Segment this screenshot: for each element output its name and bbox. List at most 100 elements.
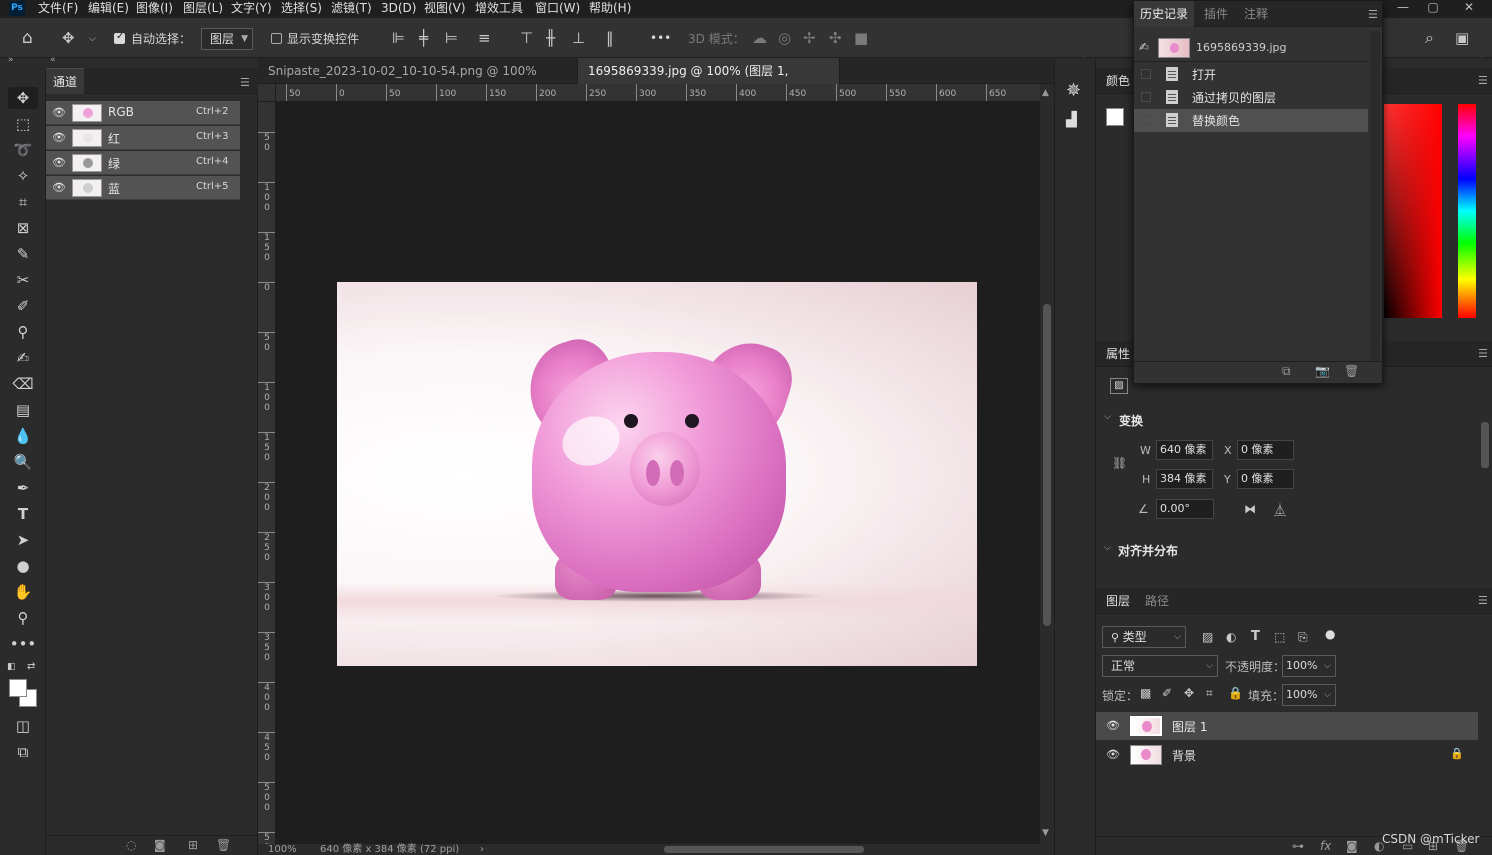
navigator-icon[interactable]: ✵: [1066, 80, 1081, 101]
tab-notes[interactable]: 注释: [1244, 1, 1268, 27]
history-brush-tool-icon[interactable]: ✍: [8, 347, 38, 369]
channel-row-green[interactable]: 👁 绿 Ctrl+4: [46, 151, 240, 175]
lock-brush-icon[interactable]: ✐: [1162, 686, 1172, 700]
align-middle-v-icon[interactable]: ╫: [546, 29, 555, 47]
minimize-icon[interactable]: —: [1388, 0, 1418, 18]
panel-menu-icon[interactable]: ☰: [1478, 348, 1488, 359]
transform-section-title[interactable]: 变换: [1119, 412, 1143, 429]
align-left-icon[interactable]: ⊫: [392, 29, 405, 47]
swap-colors-icon[interactable]: ⇄: [27, 661, 35, 672]
panel-menu-icon[interactable]: ☰: [1478, 75, 1488, 86]
add-mask-icon[interactable]: ◙: [1346, 839, 1358, 853]
layer-name[interactable]: 图层 1: [1172, 718, 1207, 735]
scrollbar-thumb[interactable]: [1043, 304, 1051, 626]
zoom-level[interactable]: 100%: [268, 842, 297, 855]
delete-icon[interactable]: 🗑: [1344, 364, 1359, 378]
history-scrollbar[interactable]: [1370, 31, 1380, 361]
foreground-color-swatch[interactable]: [9, 679, 27, 697]
scroll-down-icon[interactable]: ▼: [1042, 828, 1049, 838]
link-layers-icon[interactable]: ⊶: [1292, 839, 1304, 853]
layer-row[interactable]: 👁 图层 1: [1096, 712, 1478, 740]
foreground-color-swatch[interactable]: [1106, 108, 1124, 126]
visibility-eye-icon[interactable]: 👁: [52, 131, 66, 144]
type-tool-icon[interactable]: T: [8, 503, 38, 525]
save-selection-icon[interactable]: ◙: [154, 838, 166, 852]
orbit-3d-icon[interactable]: ☁: [752, 29, 767, 47]
edit-toolbar-icon[interactable]: •••: [8, 633, 38, 655]
tab-properties[interactable]: 属性: [1106, 341, 1130, 367]
channel-row-blue[interactable]: 👁 蓝 Ctrl+5: [46, 176, 240, 200]
roll-3d-icon[interactable]: ◎: [778, 29, 791, 47]
visibility-eye-icon[interactable]: 👁: [52, 156, 66, 169]
width-input[interactable]: 640 像素: [1156, 440, 1213, 460]
chevron-down-icon[interactable]: ⌵: [1104, 412, 1111, 422]
search-icon[interactable]: ⌕: [1425, 29, 1434, 47]
tab-layers[interactable]: 图层: [1106, 588, 1130, 614]
move-tool-icon[interactable]: ✥: [8, 87, 38, 109]
move-tool-icon[interactable]: ✥: [62, 29, 75, 47]
default-colors-icon[interactable]: ◧: [7, 662, 16, 672]
pen-tool-icon[interactable]: ✒: [8, 477, 38, 499]
home-icon[interactable]: ⌂: [22, 29, 33, 47]
menu-file[interactable]: 文件(F): [38, 0, 78, 18]
menu-image[interactable]: 图像(I): [136, 0, 173, 18]
vertical-scrollbar[interactable]: ▲ ▼: [1040, 84, 1054, 844]
flip-vertical-icon[interactable]: ⏅: [1274, 501, 1286, 518]
horizontal-scrollbar-thumb[interactable]: [664, 846, 864, 853]
lock-artboard-icon[interactable]: ⌗: [1206, 686, 1213, 701]
menu-help[interactable]: 帮助(H): [589, 0, 631, 18]
eraser-tool-icon[interactable]: ⌫: [8, 373, 38, 395]
filter-shape-icon[interactable]: ⬚: [1274, 630, 1285, 644]
screen-mode-icon[interactable]: ⧉: [8, 741, 38, 763]
camera-3d-icon[interactable]: ■: [854, 29, 868, 47]
history-checkbox[interactable]: [1141, 69, 1151, 79]
scrollbar-thumb[interactable]: [1481, 422, 1489, 468]
new-document-from-state-icon[interactable]: ⧉: [1282, 364, 1291, 379]
link-icon[interactable]: ⛓: [1112, 456, 1127, 470]
menu-filter[interactable]: 滤镜(T): [331, 0, 372, 18]
document-tab-active[interactable]: 1695869339.jpg @ 100% (图层 1, RGB/8#) *✕: [578, 58, 840, 104]
layer-filter-dropdown[interactable]: ⚲ 类型 ⌵: [1102, 626, 1186, 648]
opacity-input[interactable]: 100% ⌵: [1282, 655, 1336, 677]
color-spectrum[interactable]: [1458, 104, 1476, 318]
path-select-tool-icon[interactable]: ➤: [8, 529, 38, 551]
history-item[interactable]: 通过拷贝的图层: [1134, 86, 1368, 109]
menu-view[interactable]: 视图(V): [424, 0, 466, 18]
brush-tool-icon[interactable]: ✐: [8, 295, 38, 317]
document-image[interactable]: [337, 282, 977, 666]
gradient-tool-icon[interactable]: ▤: [8, 399, 38, 421]
panel-menu-icon[interactable]: ☰: [1368, 9, 1378, 20]
history-item-selected[interactable]: 替换颜色: [1134, 109, 1368, 132]
flip-horizontal-icon[interactable]: ⧓: [1244, 502, 1256, 516]
menu-edit[interactable]: 编辑(E): [88, 0, 129, 18]
crop-tool-icon[interactable]: ⌗: [8, 191, 38, 213]
lock-position-icon[interactable]: ✥: [1184, 686, 1194, 700]
menu-window[interactable]: 窗口(W): [535, 0, 580, 18]
stamp-tool-icon[interactable]: ⚲: [8, 321, 38, 343]
delete-icon[interactable]: 🗑: [216, 838, 231, 852]
filter-toggle-icon[interactable]: ●: [1325, 627, 1335, 641]
fx-icon[interactable]: fx: [1320, 839, 1331, 853]
workspace-icon[interactable]: ▣: [1455, 29, 1469, 47]
new-channel-icon[interactable]: ⊞: [188, 838, 198, 852]
magic-wand-tool-icon[interactable]: ✧: [8, 165, 38, 187]
distribute-v-icon[interactable]: ≡: [478, 29, 491, 47]
frame-tool-icon[interactable]: ⊠: [8, 217, 38, 239]
y-input[interactable]: 0 像素: [1237, 469, 1294, 489]
visibility-eye-icon[interactable]: 👁: [52, 181, 66, 194]
distribute-h-icon[interactable]: ‖: [606, 29, 614, 47]
lock-transparent-icon[interactable]: ▩: [1140, 686, 1151, 700]
scroll-up-icon[interactable]: ▲: [1042, 88, 1049, 98]
menu-select[interactable]: 选择(S): [281, 0, 322, 18]
pan-3d-icon[interactable]: ✢: [803, 29, 816, 47]
height-input[interactable]: 384 像素: [1156, 469, 1213, 489]
layer-row[interactable]: 👁 背景 🔒: [1096, 741, 1478, 769]
slide-3d-icon[interactable]: ✣: [829, 29, 842, 47]
align-right-icon[interactable]: ⊨: [445, 29, 458, 47]
align-section-title[interactable]: 对齐并分布: [1118, 542, 1178, 559]
color-field[interactable]: [1384, 104, 1442, 318]
quick-mask-icon[interactable]: ◫: [8, 715, 38, 737]
histogram-icon[interactable]: ▟: [1066, 112, 1077, 128]
show-transform-checkbox[interactable]: [271, 33, 282, 44]
properties-scrollbar[interactable]: [1480, 406, 1490, 556]
